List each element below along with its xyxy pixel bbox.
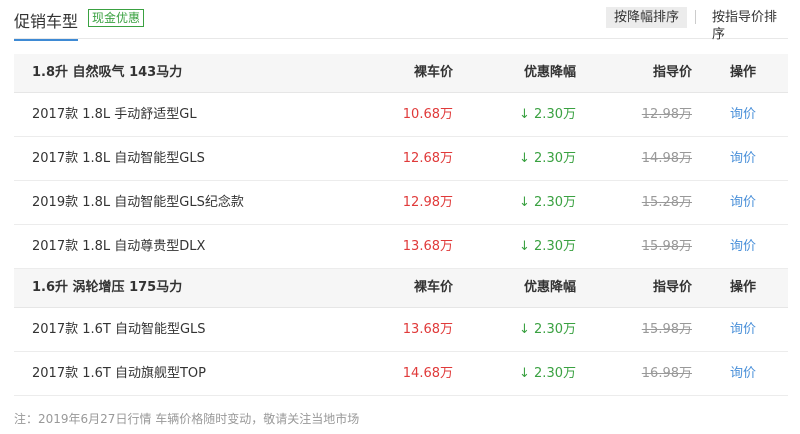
table-row: 2017款 1.6T 自动旗舰型TOP 14.68万 ↓ 2.30万 16.98…: [14, 352, 788, 396]
group-title: 1.8升 自然吸气 143马力: [32, 65, 183, 80]
col-guide-header: 指导价: [652, 65, 692, 80]
col-guide-header: 指导价: [652, 280, 692, 295]
guide-price: 15.98万: [641, 322, 692, 337]
model-name: 2017款 1.6T 自动智能型GLS: [32, 322, 206, 337]
col-action-header: 操作: [729, 280, 756, 295]
col-action-header: 操作: [729, 65, 756, 80]
sort-by-guide-price-button[interactable]: 按指导价排序: [704, 7, 788, 45]
col-discount-header: 优惠降幅: [523, 280, 576, 295]
guide-price: 15.28万: [641, 195, 692, 210]
inquire-link[interactable]: 询价: [730, 137, 756, 180]
market-note: 注：2019年6月27日行情 车辆价格随时变动，敬请关注当地市场: [14, 412, 360, 426]
model-name: 2019款 1.8L 自动智能型GLS纪念款: [32, 195, 244, 210]
net-price: 13.68万: [402, 239, 453, 254]
table-row: 2019款 1.8L 自动智能型GLS纪念款 12.98万 ↓ 2.30万 15…: [14, 181, 788, 225]
col-price-header: 裸车价: [413, 280, 453, 295]
guide-price: 12.98万: [641, 107, 692, 122]
inquire-link[interactable]: 询价: [730, 181, 756, 224]
inquire-link[interactable]: 询价: [730, 93, 756, 136]
inquire-link[interactable]: 询价: [730, 352, 756, 395]
guide-price: 16.98万: [641, 366, 692, 381]
model-name: 2017款 1.6T 自动旗舰型TOP: [32, 366, 206, 381]
tab-promo-models[interactable]: 促销车型: [14, 8, 79, 41]
net-price: 10.68万: [402, 107, 453, 122]
discount-amount: ↓ 2.30万: [519, 195, 576, 210]
guide-price: 15.98万: [641, 239, 692, 254]
sort-by-discount-button[interactable]: 按降幅排序: [606, 7, 688, 28]
net-price: 12.68万: [402, 151, 453, 166]
table-row: 2017款 1.8L 手动舒适型GL 10.68万 ↓ 2.30万 12.98万…: [14, 93, 788, 137]
table-row: 2017款 1.8L 自动尊贵型DLX 13.68万 ↓ 2.30万 15.98…: [14, 225, 788, 269]
discount-amount: ↓ 2.30万: [519, 151, 576, 166]
table-row: 2017款 1.6T 自动智能型GLS 13.68万 ↓ 2.30万 15.98…: [14, 308, 788, 352]
col-discount-header: 优惠降幅: [523, 65, 576, 80]
group-header: 1.6升 涡轮增压 175马力 裸车价 优惠降幅 指导价 操作: [14, 269, 788, 308]
group-header: 1.8升 自然吸气 143马力 裸车价 优惠降幅 指导价 操作: [14, 54, 788, 93]
net-price: 14.68万: [402, 366, 453, 381]
sort-divider: [695, 10, 696, 24]
guide-price: 14.98万: [641, 151, 692, 166]
promo-table: 1.8升 自然吸气 143马力 裸车价 优惠降幅 指导价 操作 2017款 1.…: [14, 54, 788, 396]
col-price-header: 裸车价: [413, 65, 453, 80]
cash-discount-badge: 现金优惠: [88, 9, 145, 27]
table-row: 2017款 1.8L 自动智能型GLS 12.68万 ↓ 2.30万 14.98…: [14, 137, 788, 181]
net-price: 13.68万: [402, 322, 453, 337]
model-name: 2017款 1.8L 自动智能型GLS: [32, 151, 205, 166]
inquire-link[interactable]: 询价: [730, 225, 756, 268]
model-name: 2017款 1.8L 自动尊贵型DLX: [32, 239, 206, 254]
discount-amount: ↓ 2.30万: [519, 322, 576, 337]
net-price: 12.98万: [402, 195, 453, 210]
header-bar: 促销车型 现金优惠 按降幅排序 按指导价排序: [14, 0, 788, 42]
model-name: 2017款 1.8L 手动舒适型GL: [32, 107, 197, 122]
inquire-link[interactable]: 询价: [730, 308, 756, 351]
discount-amount: ↓ 2.30万: [519, 366, 576, 381]
discount-amount: ↓ 2.30万: [519, 107, 576, 122]
group-title: 1.6升 涡轮增压 175马力: [32, 280, 183, 295]
discount-amount: ↓ 2.30万: [519, 239, 576, 254]
